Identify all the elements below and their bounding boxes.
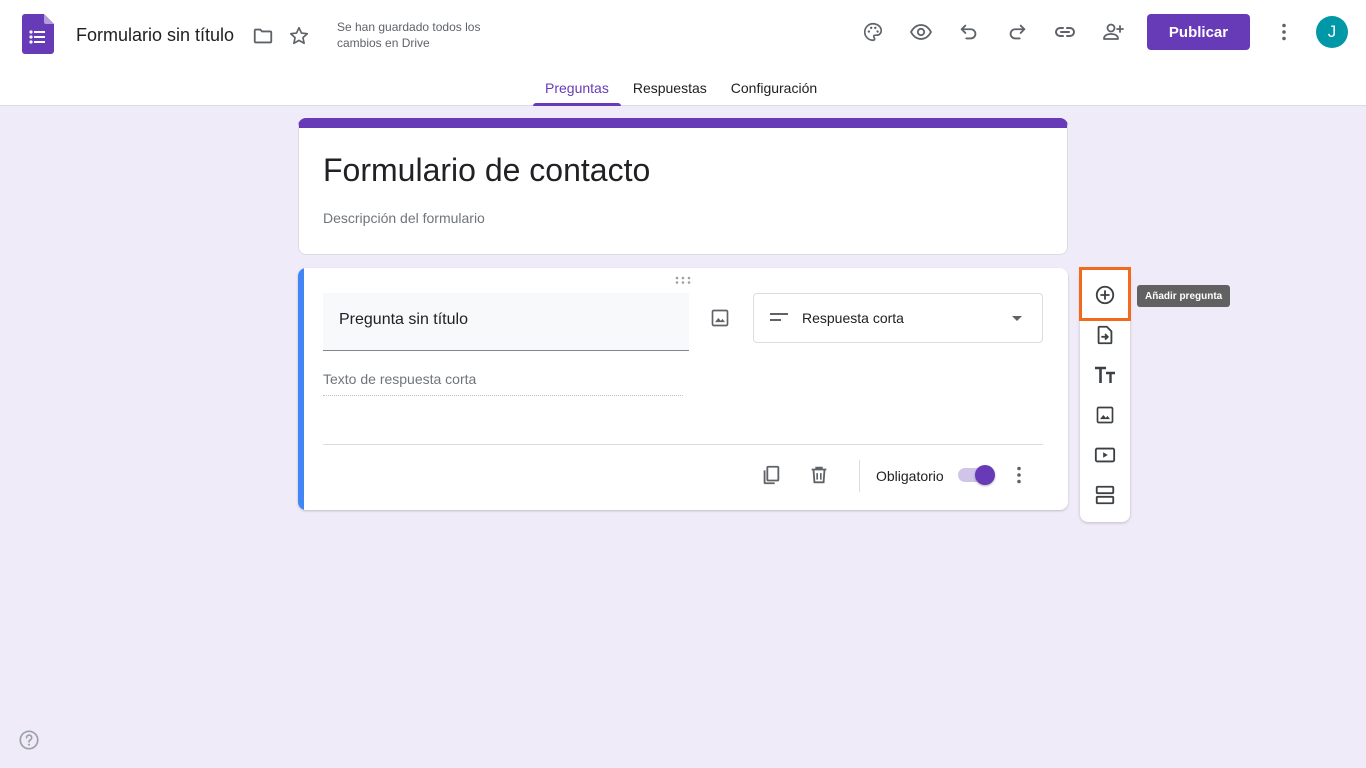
help-icon[interactable] <box>18 729 40 751</box>
add-question-tooltip: Añadir pregunta <box>1137 285 1231 307</box>
required-label: Obligatorio <box>876 468 944 484</box>
add-video-icon[interactable] <box>1093 443 1117 467</box>
import-questions-icon[interactable] <box>1093 323 1117 347</box>
question-title-input[interactable]: Pregunta sin título <box>323 293 689 351</box>
add-title-icon[interactable] <box>1093 363 1117 387</box>
folder-icon[interactable] <box>251 24 275 48</box>
more-vert-icon[interactable] <box>1272 20 1296 44</box>
duplicate-icon[interactable] <box>759 463 783 487</box>
redo-icon[interactable] <box>1005 20 1029 44</box>
tab-preguntas[interactable]: Preguntas <box>533 72 621 106</box>
preview-eye-icon[interactable] <box>909 20 933 44</box>
star-icon[interactable] <box>287 24 311 48</box>
publish-button[interactable]: Publicar <box>1147 14 1250 50</box>
add-image-to-question-icon[interactable] <box>708 306 732 330</box>
avatar[interactable]: J <box>1316 16 1348 48</box>
tab-configuracion[interactable]: Configuración <box>719 72 829 106</box>
footer-divider <box>323 444 1043 445</box>
add-image-icon[interactable] <box>1093 403 1117 427</box>
add-question-highlight <box>1079 267 1131 321</box>
delete-icon[interactable] <box>807 463 831 487</box>
document-title[interactable]: Formulario sin título <box>76 25 234 46</box>
form-title-card[interactable]: Formulario de contacto Descripción del f… <box>298 118 1068 255</box>
question-type-label: Respuesta corta <box>802 310 904 326</box>
footer-vertical-divider <box>859 460 860 492</box>
question-more-options-icon[interactable] <box>1007 463 1031 487</box>
palette-icon[interactable] <box>861 20 885 44</box>
drag-handle-icon[interactable] <box>675 276 691 284</box>
form-tabs: Preguntas Respuestas Configuración <box>533 72 829 106</box>
question-type-dropdown[interactable]: Respuesta corta <box>753 293 1043 343</box>
forms-logo-icon[interactable] <box>22 14 54 54</box>
undo-icon[interactable] <box>957 20 981 44</box>
app-header: Formulario sin título Se han guardado to… <box>0 0 1366 106</box>
form-description[interactable]: Descripción del formulario <box>323 210 485 226</box>
short-text-icon <box>770 309 788 327</box>
active-card-indicator <box>298 268 304 510</box>
chevron-down-icon <box>1012 315 1022 321</box>
tab-respuestas[interactable]: Respuestas <box>621 72 719 106</box>
save-status: Se han guardado todos los cambios en Dri… <box>337 20 481 50</box>
add-section-icon[interactable] <box>1093 483 1117 507</box>
required-toggle[interactable] <box>958 465 995 485</box>
short-answer-placeholder: Texto de respuesta corta <box>323 371 683 396</box>
form-title[interactable]: Formulario de contacto <box>323 152 650 189</box>
question-card[interactable]: Pregunta sin título Respuesta corta Text… <box>298 268 1068 510</box>
add-collaborator-icon[interactable] <box>1101 20 1125 44</box>
link-icon[interactable] <box>1053 20 1077 44</box>
